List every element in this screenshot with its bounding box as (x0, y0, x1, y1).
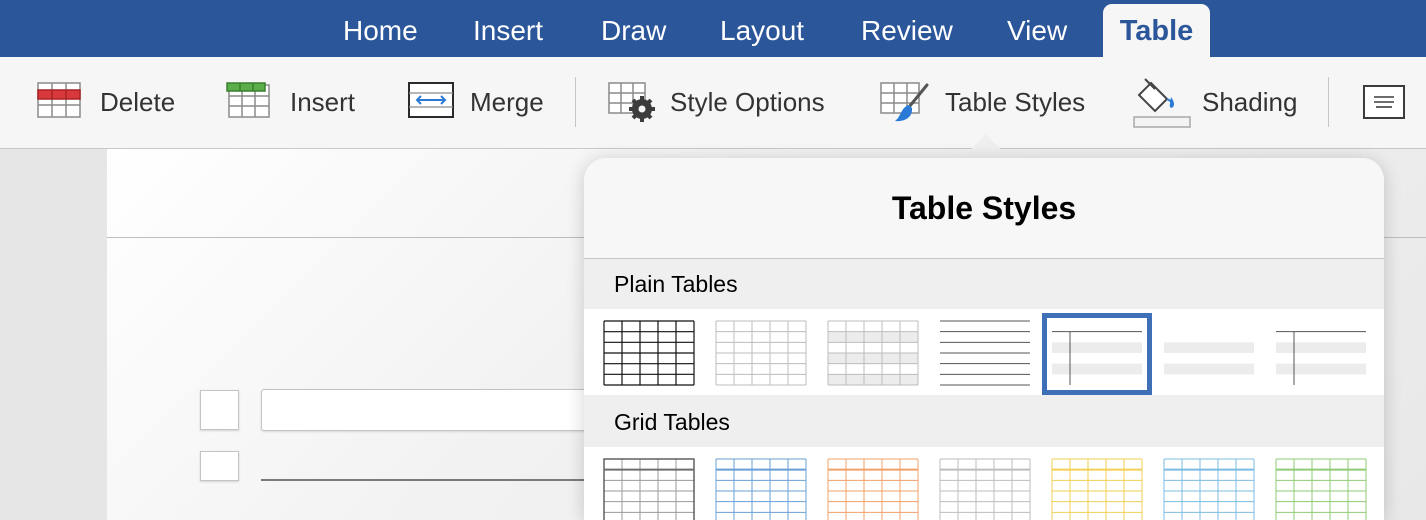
style-options-button[interactable]: Style Options (607, 57, 837, 148)
tab-table[interactable]: Table (1103, 4, 1210, 57)
plain-table-style-swatch[interactable] (715, 320, 807, 386)
insert-table-icon (225, 81, 271, 124)
merge-label: Merge (470, 87, 544, 117)
ribbon-divider (1328, 77, 1329, 127)
tab-insert[interactable]: Insert (473, 0, 543, 57)
tab-view[interactable]: View (1007, 0, 1067, 57)
section-label-grid-tables: Grid Tables (614, 409, 730, 435)
grid-table-style-swatch[interactable] (603, 458, 695, 520)
plain-table-style-swatch[interactable] (1163, 320, 1255, 386)
paint-bucket-icon (1133, 77, 1191, 134)
ribbon-toolbar: Delete Insert Merge Style Options Table … (0, 57, 1426, 149)
selected-style-highlight (1042, 313, 1152, 395)
grid-table-style-swatch[interactable] (715, 458, 807, 520)
grid-table-style-swatch[interactable] (1163, 458, 1255, 520)
plain-tables-row (584, 309, 1384, 395)
grid-table-style-swatch[interactable] (827, 458, 919, 520)
insert-label: Insert (290, 87, 356, 117)
grid-table-style-swatch[interactable] (939, 458, 1031, 520)
tab-bar: Home Insert Draw Layout Review View Tabl… (0, 0, 1426, 57)
grid-tables-row (584, 447, 1384, 520)
tab-review[interactable]: Review (861, 0, 953, 57)
plain-table-style-swatch[interactable] (1275, 320, 1367, 386)
delete-button[interactable]: Delete (36, 57, 186, 148)
grid-table-style-swatch[interactable] (1275, 458, 1367, 520)
table-styles-brush-icon (879, 81, 933, 128)
table-styles-label: Table Styles (945, 87, 1086, 117)
shading-label: Shading (1202, 87, 1298, 117)
style-options-label: Style Options (670, 87, 825, 117)
merge-cells-icon (407, 81, 455, 124)
tab-home[interactable]: Home (343, 0, 418, 57)
ribbon-divider (575, 77, 576, 127)
grid-table-style-swatch[interactable] (1051, 458, 1143, 520)
delete-label: Delete (100, 87, 176, 117)
text-box-icon (1361, 83, 1407, 126)
popover-arrow (962, 134, 1010, 159)
plain-table-style-swatch[interactable] (603, 320, 695, 386)
plain-table-style-swatch[interactable] (827, 320, 919, 386)
text-field[interactable] (261, 389, 601, 431)
popover-header: Table Styles (584, 158, 1384, 259)
style-options-gear-icon (607, 81, 657, 128)
insert-button[interactable]: Insert (225, 57, 365, 148)
section-label-plain-tables: Plain Tables (614, 271, 738, 297)
checkbox[interactable] (200, 390, 239, 430)
checkbox[interactable] (200, 451, 239, 481)
merge-button[interactable]: Merge (407, 57, 552, 148)
tab-layout[interactable]: Layout (720, 0, 804, 57)
text-direction-button[interactable] (1361, 57, 1409, 148)
plain-table-style-swatch[interactable] (939, 320, 1031, 386)
popover-title: Table Styles (891, 190, 1077, 226)
delete-table-icon (36, 81, 82, 124)
underline-field[interactable] (261, 479, 601, 481)
table-styles-popover: Table Styles Plain Tables Grid Tables (584, 158, 1384, 520)
shading-button[interactable]: Shading (1133, 57, 1308, 148)
tab-draw[interactable]: Draw (601, 0, 666, 57)
